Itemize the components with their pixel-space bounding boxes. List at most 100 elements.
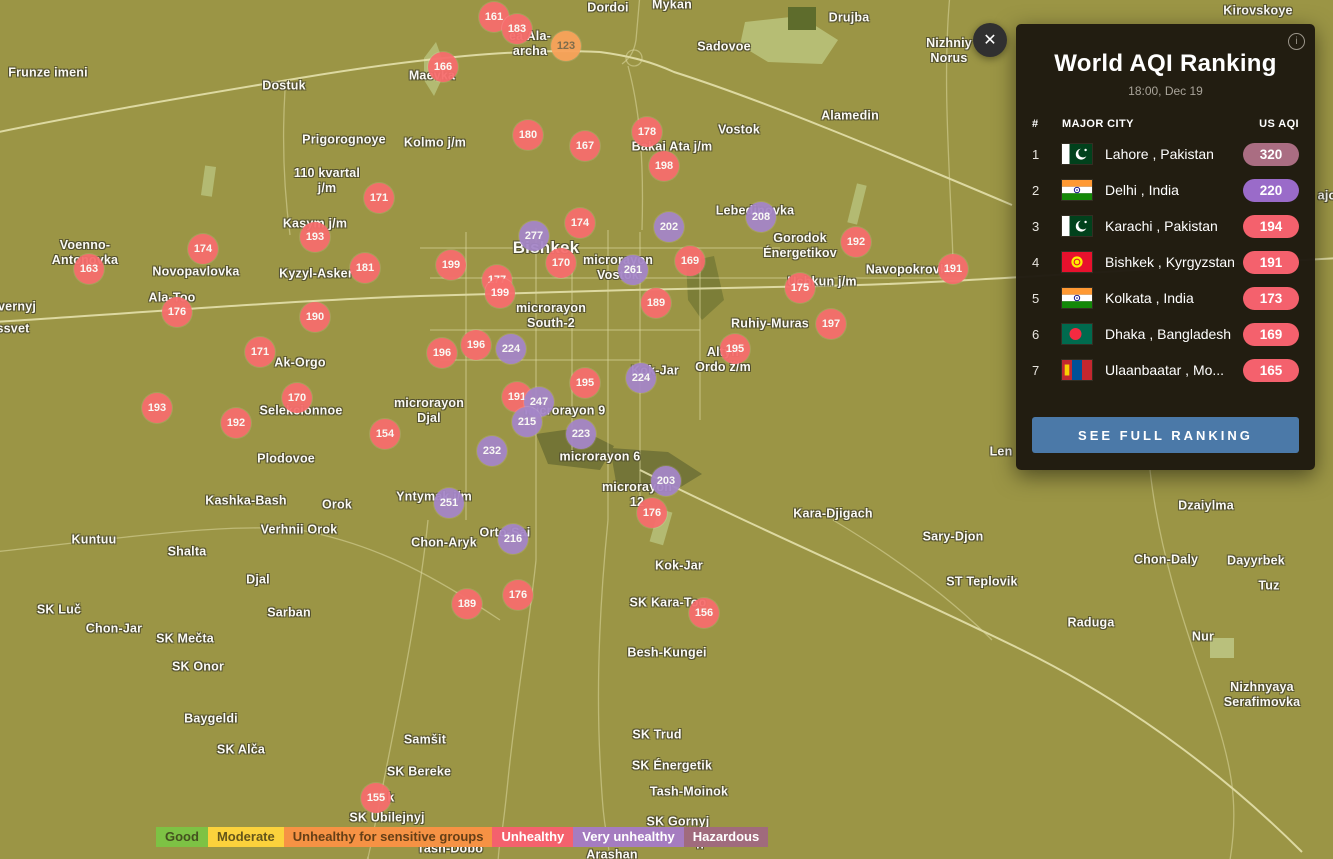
- aqi-marker-192[interactable]: 192: [221, 408, 251, 438]
- aqi-badge: 194: [1243, 214, 1299, 238]
- rank-number: 4: [1032, 254, 1040, 270]
- aqi-marker-202[interactable]: 202: [654, 212, 684, 242]
- aqi-marker-196[interactable]: 196: [427, 338, 457, 368]
- ranking-row[interactable]: 6 Dhaka , Bangladesh 169: [1016, 316, 1315, 352]
- city-name: Kolkata , India: [1105, 290, 1194, 306]
- world-aqi-ranking-panel: i World AQI Ranking 18:00, Dec 19 # MAJO…: [1016, 24, 1315, 470]
- aqi-marker-198[interactable]: 198: [649, 151, 679, 181]
- aqi-marker-195[interactable]: 195: [570, 368, 600, 398]
- legend-item-hazardous: Hazardous: [683, 827, 769, 847]
- close-button[interactable]: ✕: [973, 23, 1007, 57]
- col-aqi: US AQI: [1259, 118, 1299, 130]
- city-name: Delhi , India: [1105, 182, 1179, 198]
- rank-number: 3: [1032, 218, 1040, 234]
- aqi-marker-176[interactable]: 176: [162, 297, 192, 327]
- aqi-marker-174[interactable]: 174: [188, 234, 218, 264]
- aqi-marker-251[interactable]: 251: [434, 488, 464, 518]
- city-name: Bishkek , Kyrgyzstan: [1105, 254, 1235, 270]
- legend-item-moderate: Moderate: [207, 827, 284, 847]
- ranking-row[interactable]: 3 Karachi , Pakistan 194: [1016, 208, 1315, 244]
- pk-flag-icon: [1062, 216, 1092, 236]
- aqi-map-app: Mykan Dordoi Drujba Kirovskoye Sadovoe Nizhni…: [0, 0, 1333, 859]
- ranking-rows: 1 Lahore , Pakistan 320 2 Delhi , India 220 3 K…: [1016, 136, 1315, 388]
- aqi-marker-197[interactable]: 197: [816, 309, 846, 339]
- aqi-marker-216[interactable]: 216: [498, 524, 528, 554]
- aqi-marker-176[interactable]: 176: [637, 498, 667, 528]
- rank-number: 1: [1032, 146, 1040, 162]
- aqi-marker-154[interactable]: 154: [370, 419, 400, 449]
- aqi-marker-123[interactable]: 123: [551, 31, 581, 61]
- aqi-badge: 320: [1243, 142, 1299, 166]
- aqi-marker-196[interactable]: 196: [461, 330, 491, 360]
- aqi-marker-193[interactable]: 193: [300, 222, 330, 252]
- aqi-marker-156[interactable]: 156: [689, 598, 719, 628]
- ranking-row[interactable]: 4 Bishkek , Kyrgyzstan 191: [1016, 244, 1315, 280]
- ranking-row[interactable]: 1 Lahore , Pakistan 320: [1016, 136, 1315, 172]
- mn-flag-icon: [1062, 360, 1092, 380]
- aqi-marker-199[interactable]: 199: [436, 250, 466, 280]
- city-name: Ulaanbaatar , Mo...: [1105, 362, 1225, 378]
- aqi-marker-215[interactable]: 215: [512, 407, 542, 437]
- ranking-row[interactable]: 7 Ulaanbaatar , Mo... 165: [1016, 352, 1315, 388]
- see-full-ranking-button[interactable]: SEE FULL RANKING: [1032, 417, 1299, 453]
- info-icon[interactable]: i: [1288, 33, 1305, 50]
- legend-item-very-unhealthy: Very unhealthy: [573, 827, 684, 847]
- aqi-marker-166[interactable]: 166: [428, 52, 458, 82]
- col-rank: #: [1032, 118, 1039, 130]
- ranking-table-header: # MAJOR CITY US AQI: [1016, 118, 1315, 130]
- aqi-marker-175[interactable]: 175: [785, 273, 815, 303]
- aqi-marker-155[interactable]: 155: [361, 783, 391, 813]
- aqi-marker-224[interactable]: 224: [626, 363, 656, 393]
- aqi-marker-190[interactable]: 190: [300, 302, 330, 332]
- aqi-marker-176[interactable]: 176: [503, 580, 533, 610]
- panel-timestamp: 18:00, Dec 19: [1128, 84, 1203, 98]
- aqi-marker-189[interactable]: 189: [452, 589, 482, 619]
- city-name: Karachi , Pakistan: [1105, 218, 1218, 234]
- legend-item-unhealthy-for-sensitive-groups: Unhealthy for sensitive groups: [283, 827, 493, 847]
- aqi-marker-208[interactable]: 208: [746, 202, 776, 232]
- aqi-marker-189[interactable]: 189: [641, 288, 671, 318]
- ranking-row[interactable]: 2 Delhi , India 220: [1016, 172, 1315, 208]
- panel-title: World AQI Ranking: [1054, 50, 1277, 77]
- city-name: Lahore , Pakistan: [1105, 146, 1214, 162]
- aqi-marker-167[interactable]: 167: [570, 131, 600, 161]
- aqi-marker-180[interactable]: 180: [513, 120, 543, 150]
- aqi-marker-224[interactable]: 224: [496, 334, 526, 364]
- aqi-marker-170[interactable]: 170: [282, 383, 312, 413]
- aqi-legend: Good Moderate Unhealthy for sensitive grou…: [156, 827, 769, 847]
- rank-number: 2: [1032, 182, 1040, 198]
- aqi-marker-261[interactable]: 261: [618, 255, 648, 285]
- aqi-marker-183[interactable]: 183: [502, 14, 532, 44]
- aqi-marker-192[interactable]: 192: [841, 227, 871, 257]
- aqi-marker-191[interactable]: 191: [938, 254, 968, 284]
- aqi-marker-193[interactable]: 193: [142, 393, 172, 423]
- legend-item-good: Good: [156, 827, 208, 847]
- in-flag-icon: [1062, 180, 1092, 200]
- aqi-marker-277[interactable]: 277: [519, 221, 549, 251]
- aqi-marker-171[interactable]: 171: [364, 183, 394, 213]
- col-city: MAJOR CITY: [1062, 118, 1134, 130]
- kg-flag-icon: [1062, 252, 1092, 272]
- aqi-badge: 220: [1243, 178, 1299, 202]
- city-name: Dhaka , Bangladesh: [1105, 326, 1232, 342]
- aqi-marker-171[interactable]: 171: [245, 337, 275, 367]
- aqi-marker-199[interactable]: 199: [485, 278, 515, 308]
- aqi-marker-181[interactable]: 181: [350, 253, 380, 283]
- aqi-badge: 169: [1243, 322, 1299, 346]
- aqi-marker-170[interactable]: 170: [546, 248, 576, 278]
- aqi-badge: 191: [1243, 250, 1299, 274]
- aqi-marker-169[interactable]: 169: [675, 246, 705, 276]
- aqi-marker-195[interactable]: 195: [720, 334, 750, 364]
- aqi-marker-203[interactable]: 203: [651, 466, 681, 496]
- rank-number: 5: [1032, 290, 1040, 306]
- ranking-row[interactable]: 5 Kolkata , India 173: [1016, 280, 1315, 316]
- legend-item-unhealthy: Unhealthy: [492, 827, 574, 847]
- aqi-marker-223[interactable]: 223: [566, 419, 596, 449]
- bd-flag-icon: [1062, 324, 1092, 344]
- aqi-marker-163[interactable]: 163: [74, 254, 104, 284]
- aqi-badge: 165: [1243, 358, 1299, 382]
- aqi-marker-174[interactable]: 174: [565, 208, 595, 238]
- aqi-marker-178[interactable]: 178: [632, 117, 662, 147]
- aqi-badge: 173: [1243, 286, 1299, 310]
- aqi-marker-232[interactable]: 232: [477, 436, 507, 466]
